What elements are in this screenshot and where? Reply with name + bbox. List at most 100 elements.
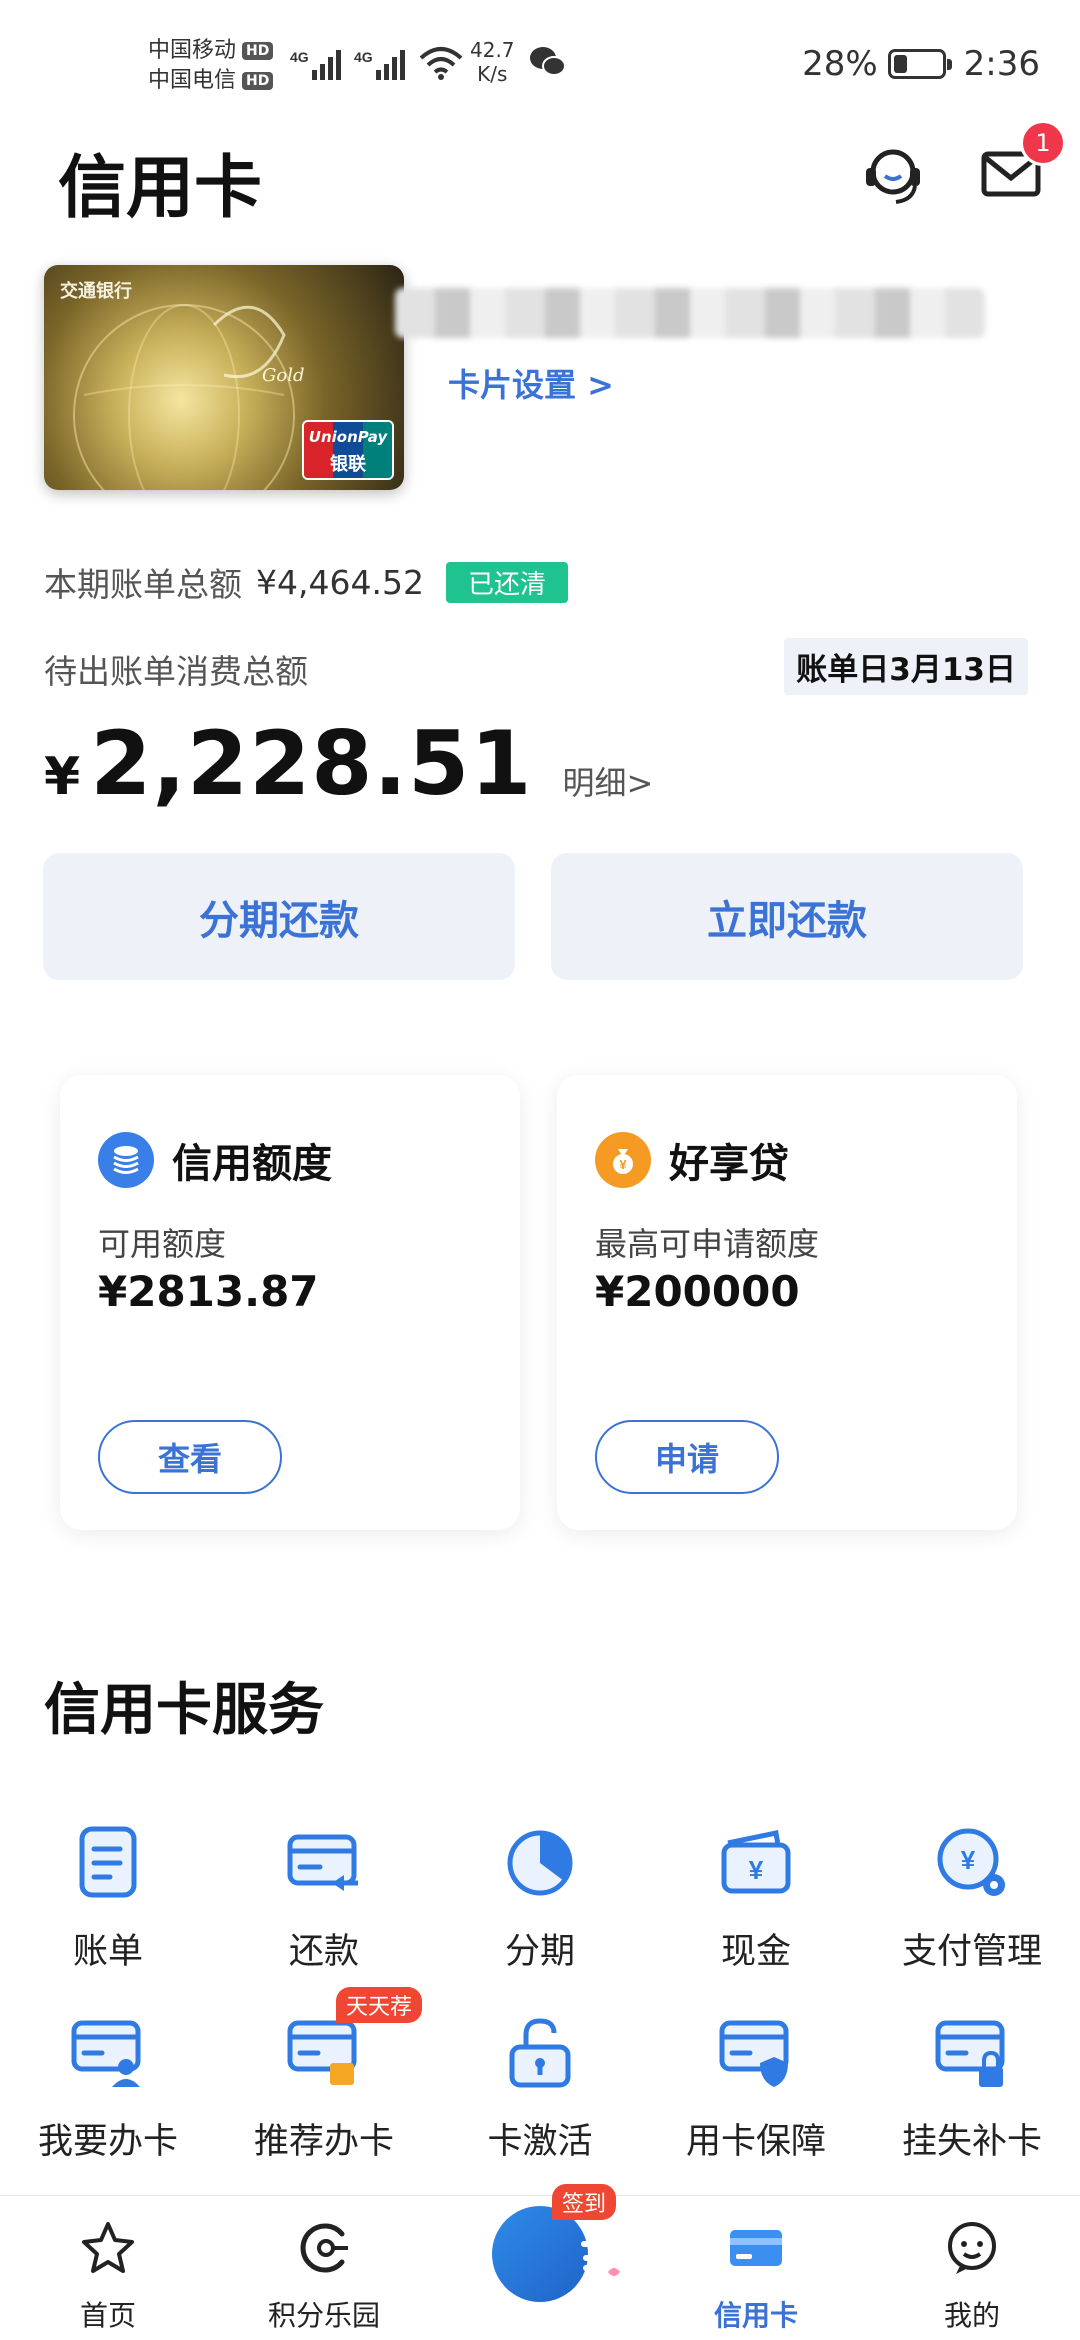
- service-payment-settings[interactable]: ¥ 支付管理: [864, 1825, 1080, 2005]
- max-loan-label: 最高可申请额度: [595, 1225, 820, 1263]
- card-settings-link[interactable]: 卡片设置 >: [448, 360, 614, 406]
- masked-card-number: [395, 288, 985, 338]
- service-apply-card[interactable]: 我要办卡: [0, 2015, 216, 2195]
- view-button[interactable]: 查看: [98, 1420, 282, 1494]
- apply-card-icon: [71, 2020, 141, 2087]
- nav-points[interactable]: 积分乐园: [216, 2196, 432, 2340]
- page-title: 信用卡: [58, 149, 263, 228]
- pending-amount: ¥ 2,228.51 明细>: [44, 712, 653, 815]
- current-bill-row: 本期账单总额 ¥4,464.52 已还清: [44, 558, 568, 606]
- status-right: 28% 2:36: [802, 44, 1040, 84]
- service-label: 分期: [504, 1932, 575, 1972]
- card-bank-name: 交通银行: [60, 281, 132, 302]
- service-label: 挂失补卡: [901, 2122, 1042, 2162]
- app-header: 信用卡 1: [0, 120, 1080, 230]
- card-tier: Gold: [262, 365, 305, 386]
- coin-stack-icon: [98, 1132, 154, 1188]
- service-label: 我要办卡: [37, 2122, 178, 2162]
- service-cash[interactable]: ¥ 现金: [648, 1825, 864, 2005]
- hd-badge: HD: [242, 72, 274, 90]
- nav-label: 首页: [79, 2299, 136, 2332]
- payment-settings-icon: ¥: [937, 1828, 1005, 1896]
- bill-total-amount: ¥4,464.52: [256, 562, 424, 602]
- bill-day-badge: 账单日3月13日: [784, 638, 1028, 695]
- loan-title: 好享贷: [669, 1141, 789, 1187]
- svg-text:¥: ¥: [749, 1855, 764, 1885]
- pending-amount-value: 2,228.51: [90, 712, 533, 815]
- service-repay[interactable]: 还款: [216, 1825, 432, 2005]
- unlock-icon: [509, 2018, 571, 2088]
- credit-limit-card[interactable]: 信用额度 可用额度 ¥2813.87 查看: [60, 1075, 520, 1530]
- service-bill[interactable]: 账单: [0, 1825, 216, 2005]
- points-icon: [300, 2223, 348, 2273]
- service-recommend-card[interactable]: 天天荐 推荐办卡: [216, 1987, 432, 2195]
- nav-profile[interactable]: 我的: [864, 2196, 1080, 2340]
- credit-card-image[interactable]: 交通银行 Gold UnionPay 银联: [44, 265, 404, 490]
- repay-icon: [287, 1834, 358, 1891]
- service-label: 现金: [720, 1932, 791, 1972]
- nav-credit-card[interactable]: 信用卡: [648, 2196, 864, 2340]
- wechat-icon: [530, 47, 566, 76]
- unionpay-logo: UnionPay 银联: [302, 420, 394, 480]
- signal-icon: 4G: [290, 49, 341, 80]
- clock: 2:36: [963, 44, 1040, 84]
- carrier-2: 中国电信: [148, 68, 237, 93]
- service-label: 用卡保障: [685, 2122, 826, 2162]
- svg-text:¥: ¥: [619, 1157, 627, 1172]
- sign-in-tag: 签到: [552, 2184, 617, 2220]
- service-report-lost[interactable]: 挂失补卡: [864, 2015, 1080, 2195]
- nav-label: 积分乐园: [267, 2299, 380, 2332]
- nav-sign-in[interactable]: 签到: [432, 2184, 648, 2340]
- bill-icon: [79, 1826, 137, 1898]
- customer-service-icon[interactable]: [858, 140, 928, 210]
- speed-value: 42.7: [470, 38, 515, 62]
- card-shield-icon: [719, 2020, 789, 2087]
- detail-link[interactable]: 明细>: [562, 758, 653, 804]
- installment-icon: [507, 1830, 573, 1896]
- signal-icon: 4G: [354, 49, 405, 80]
- max-loan-value: ¥200000: [595, 1267, 800, 1316]
- recommend-tag: 天天荐: [336, 1987, 423, 2023]
- repay-now-button[interactable]: 立即还款: [551, 853, 1023, 980]
- available-limit-label: 可用额度: [98, 1225, 227, 1263]
- star-icon: [82, 2222, 134, 2273]
- loan-card[interactable]: ¥ 好享贷 最高可申请额度 ¥200000 申请: [557, 1075, 1017, 1530]
- nav-home[interactable]: 首页: [0, 2196, 216, 2340]
- bill-total-label: 本期账单总额: [44, 565, 242, 604]
- nav-label: 我的: [943, 2299, 1000, 2332]
- svg-text:¥: ¥: [961, 1845, 976, 1875]
- speed-unit: K/s: [477, 62, 508, 86]
- mail-button[interactable]: 1: [978, 120, 1066, 210]
- installment-repay-button[interactable]: 分期还款: [43, 853, 515, 980]
- available-limit-value: ¥2813.87: [98, 1267, 319, 1316]
- network-type-2: 4G: [354, 49, 373, 65]
- service-card-protection[interactable]: 用卡保障: [648, 2015, 864, 2195]
- sign-in-icon: [492, 2206, 620, 2302]
- pending-bill-label: 待出账单消费总额: [44, 652, 308, 691]
- credit-card-icon: [730, 2230, 782, 2266]
- service-label: 账单: [72, 1932, 143, 1972]
- bottom-nav: 首页 积分乐园 签到 信用卡 我的: [0, 2184, 1080, 2340]
- apply-button[interactable]: 申请: [595, 1420, 779, 1494]
- cash-icon: ¥: [721, 1830, 791, 1894]
- carrier-1: 中国移动: [148, 38, 237, 63]
- status-bar: 中国移动 HD 中国电信 HD 4G 4G 42.7 K/s 28% 2:36: [0, 0, 1080, 120]
- service-card-activate[interactable]: 卡激活: [432, 2015, 648, 2195]
- network-speed: 42.7 K/s: [470, 38, 515, 86]
- battery-percent: 28%: [802, 44, 878, 84]
- credit-limit-header: 信用额度: [98, 1131, 332, 1189]
- service-label: 推荐办卡: [253, 2122, 394, 2162]
- status-badge: 已还清: [445, 561, 568, 603]
- network-type-1: 4G: [290, 49, 309, 65]
- profile-icon: [948, 2222, 996, 2274]
- card-lock-icon: [935, 2020, 1005, 2087]
- recommend-card-icon: [287, 2020, 357, 2085]
- nav-label: 信用卡: [713, 2299, 798, 2332]
- currency-symbol: ¥: [44, 747, 81, 807]
- services-title: 信用卡服务: [44, 1678, 324, 1743]
- money-bag-icon: ¥: [595, 1132, 651, 1188]
- service-label: 还款: [288, 1932, 359, 1972]
- service-installment[interactable]: 分期: [432, 1825, 648, 2005]
- credit-limit-title: 信用额度: [172, 1141, 332, 1187]
- carrier-info: 中国移动 HD 中国电信 HD: [148, 36, 274, 96]
